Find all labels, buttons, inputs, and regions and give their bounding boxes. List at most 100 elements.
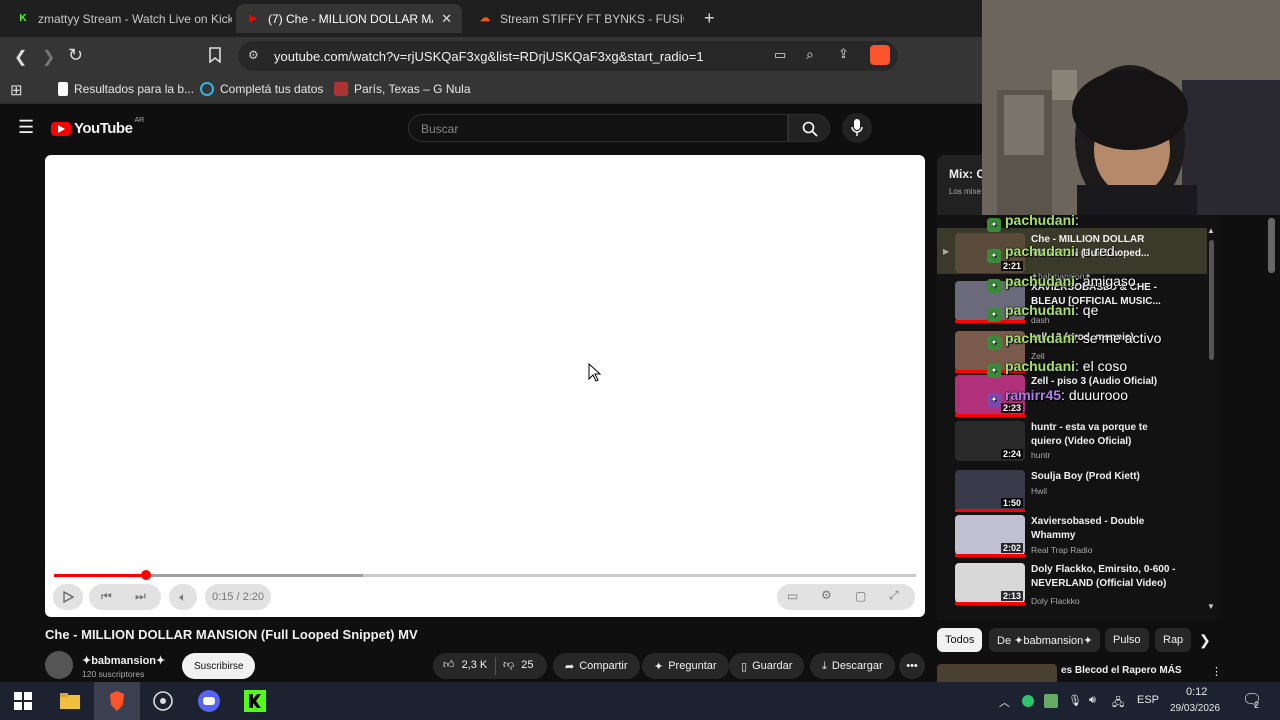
save-button[interactable]: ▯ Guardar bbox=[729, 653, 805, 679]
chat-message: ✦ pachudani: u red... bbox=[987, 243, 1126, 263]
playlist-item[interactable]: 2:02 Xaviersobased - Double Whammy Real … bbox=[937, 513, 1219, 559]
clock-time[interactable]: 0:12 bbox=[1186, 686, 1207, 698]
captions-icon[interactable]: ▭ bbox=[787, 589, 798, 603]
language-indicator[interactable]: ESP bbox=[1137, 694, 1159, 706]
tray-app2-icon[interactable] bbox=[1044, 694, 1058, 708]
microphone-tray-icon[interactable]: 🎙︎ bbox=[1068, 694, 1082, 707]
video-actions-row: ✦babmansion✦ 120 suscriptores Suscribirs… bbox=[45, 651, 925, 681]
playlist-item[interactable]: 2:13 Doly Flackko, Emirsito, 0-600 - NEV… bbox=[937, 561, 1219, 607]
tray-app-icon[interactable] bbox=[1022, 695, 1034, 707]
search-icon bbox=[802, 121, 818, 137]
tray-expand-icon[interactable]: ︿ bbox=[999, 694, 1010, 710]
tab-youtube[interactable]: ▶ (7) Che - MILLION DOLLAR MAN ✕ bbox=[236, 4, 462, 33]
clock-date[interactable]: 29/03/2026 bbox=[1170, 703, 1220, 714]
reload-icon[interactable]: ↻ bbox=[68, 45, 83, 66]
chat-username: pachudani bbox=[1005, 212, 1076, 228]
fullscreen-icon[interactable]: ⤢ bbox=[889, 588, 899, 603]
bookmark-item[interactable]: París, Texas – G Nula bbox=[334, 82, 471, 96]
page-scrollbar[interactable] bbox=[1268, 218, 1275, 273]
watched-bar bbox=[955, 509, 1025, 512]
chip-todos[interactable]: Todos bbox=[937, 628, 983, 652]
progress-bar[interactable] bbox=[54, 570, 916, 580]
chat-text: amigaso bbox=[1082, 273, 1136, 289]
new-tab-button[interactable]: + bbox=[704, 8, 715, 29]
video-player[interactable]: ⏮ ⏭ 🔈︎ 0:15 / 2:20 ▭ ⚙ ▢ ⤢ bbox=[45, 155, 925, 617]
duration: 2:13 bbox=[1000, 591, 1023, 601]
speaker-icon[interactable]: 🔊︎ bbox=[1089, 694, 1096, 707]
previous-icon[interactable]: ⏮ bbox=[101, 589, 112, 604]
chat-username: pachudani bbox=[1005, 330, 1076, 346]
channel-name[interactable]: ✦babmansion✦ bbox=[82, 654, 165, 667]
volume-button[interactable]: 🔈︎ bbox=[169, 584, 197, 610]
bookmark-item[interactable]: Completá tus datos bbox=[200, 82, 323, 96]
dislike-button[interactable]: 👎︎ 25 bbox=[503, 658, 533, 671]
like-button[interactable]: 👍︎ 2,3 K bbox=[443, 658, 487, 671]
back-icon[interactable]: ❮ bbox=[14, 47, 27, 67]
chip-channel[interactable]: De ✦babmansion✦ bbox=[989, 628, 1101, 652]
file-explorer-icon[interactable] bbox=[59, 690, 81, 712]
playlist-item[interactable]: 2:24 huntr - esta va porque te quiero (V… bbox=[937, 419, 1219, 465]
start-icon[interactable] bbox=[12, 690, 34, 712]
recommendation-thumbnail[interactable] bbox=[937, 664, 1057, 682]
more-actions-button[interactable]: ••• bbox=[899, 653, 925, 679]
recommendation-title[interactable]: es Blecod el Rapero MÁS bbox=[1061, 665, 1182, 676]
download-button[interactable]: ⤓ Descargar bbox=[810, 653, 895, 679]
item-title: huntr - esta va porque te quiero (Video … bbox=[1031, 422, 1148, 447]
scroll-down-icon[interactable]: ▼ bbox=[1207, 602, 1215, 611]
zoom-icon[interactable]: ⌕ bbox=[806, 46, 814, 63]
brave-browser-icon[interactable] bbox=[106, 690, 128, 712]
search-input[interactable]: Buscar bbox=[408, 114, 788, 142]
chat-username: pachudani bbox=[1005, 302, 1076, 318]
chat-text: se me activo bbox=[1082, 330, 1162, 346]
discord-icon[interactable] bbox=[198, 690, 220, 712]
voice-search-button[interactable] bbox=[842, 113, 872, 143]
kick-app-icon[interactable] bbox=[244, 690, 266, 712]
share-button[interactable]: ➦ Compartir bbox=[553, 653, 640, 679]
subscribe-button[interactable]: Suscribirse bbox=[182, 653, 256, 679]
bookmark-icon[interactable] bbox=[208, 47, 222, 68]
region-label: AR bbox=[134, 117, 145, 124]
tab-kick[interactable]: K zmattyy Stream - Watch Live on Kick bbox=[6, 4, 232, 33]
chip-pulso[interactable]: Pulso bbox=[1105, 628, 1149, 652]
close-tab-icon[interactable]: ✕ bbox=[433, 11, 452, 27]
play-button[interactable] bbox=[53, 584, 83, 610]
next-icon[interactable]: ⏭ bbox=[135, 589, 146, 604]
chip-rap[interactable]: Rap bbox=[1155, 628, 1192, 652]
download-label: Descargar bbox=[831, 660, 883, 672]
bookmark-item[interactable]: Resultados para la b... bbox=[58, 82, 194, 96]
scroll-up-icon[interactable]: ▲ bbox=[1207, 226, 1215, 235]
menu-icon[interactable]: ☰ bbox=[18, 117, 34, 138]
chips-next-icon[interactable]: ❯ bbox=[1199, 632, 1211, 649]
forward-icon[interactable]: ❯ bbox=[42, 47, 55, 67]
chat-message: ✦ ramirr45: duuurooo bbox=[987, 387, 1128, 407]
share-icon[interactable]: ⇪ bbox=[838, 46, 849, 62]
ask-button[interactable]: ✦ Preguntar bbox=[642, 653, 729, 679]
address-bar[interactable]: ⚙ youtube.com/watch?v=rjUSKQaF3xg&list=R… bbox=[238, 41, 898, 71]
apps-grid-icon[interactable]: ⊞ bbox=[10, 81, 23, 99]
playlist-scrollbar[interactable] bbox=[1209, 240, 1214, 360]
network-icon[interactable]: 🖧 bbox=[1112, 694, 1124, 713]
player-right-controls: ▭ ⚙ ▢ ⤢ bbox=[777, 584, 915, 610]
cast-icon[interactable]: ▭ bbox=[774, 47, 786, 63]
obs-icon[interactable] bbox=[152, 690, 174, 712]
playlist-item[interactable]: 1:50 Soulja Boy (Prod Kiett) Hwil bbox=[937, 468, 1219, 514]
search-button[interactable] bbox=[788, 114, 830, 142]
channel-avatar[interactable] bbox=[45, 651, 73, 679]
recommendation-menu-icon[interactable]: ⋮ bbox=[1211, 665, 1222, 678]
share-label: Compartir bbox=[579, 660, 628, 672]
scrubber-handle[interactable] bbox=[141, 570, 152, 580]
chat-text: qe bbox=[1082, 302, 1099, 318]
settings-gear-icon[interactable]: ⚙ bbox=[821, 588, 832, 602]
tab-label: zmattyy Stream - Watch Live on Kick bbox=[38, 11, 232, 26]
brave-shield-icon[interactable] bbox=[870, 45, 890, 65]
chat-username: ramirr45 bbox=[1005, 387, 1062, 403]
tab-soundcloud[interactable]: ☁ Stream STIFFY FT BYNKS - FUSION AR bbox=[468, 4, 694, 33]
site-info-icon[interactable]: ⚙ bbox=[248, 48, 259, 62]
youtube-logo[interactable]: YouTube AR bbox=[51, 117, 145, 137]
duration: 2:02 bbox=[1000, 543, 1023, 553]
watched-bar bbox=[955, 414, 1025, 417]
notifications-icon[interactable]: 🗨︎ bbox=[1242, 690, 1262, 710]
theater-mode-icon[interactable]: ▢ bbox=[855, 589, 866, 603]
bookmark-label: Resultados para la b... bbox=[74, 82, 195, 96]
notification-count: 2 bbox=[1254, 700, 1260, 710]
